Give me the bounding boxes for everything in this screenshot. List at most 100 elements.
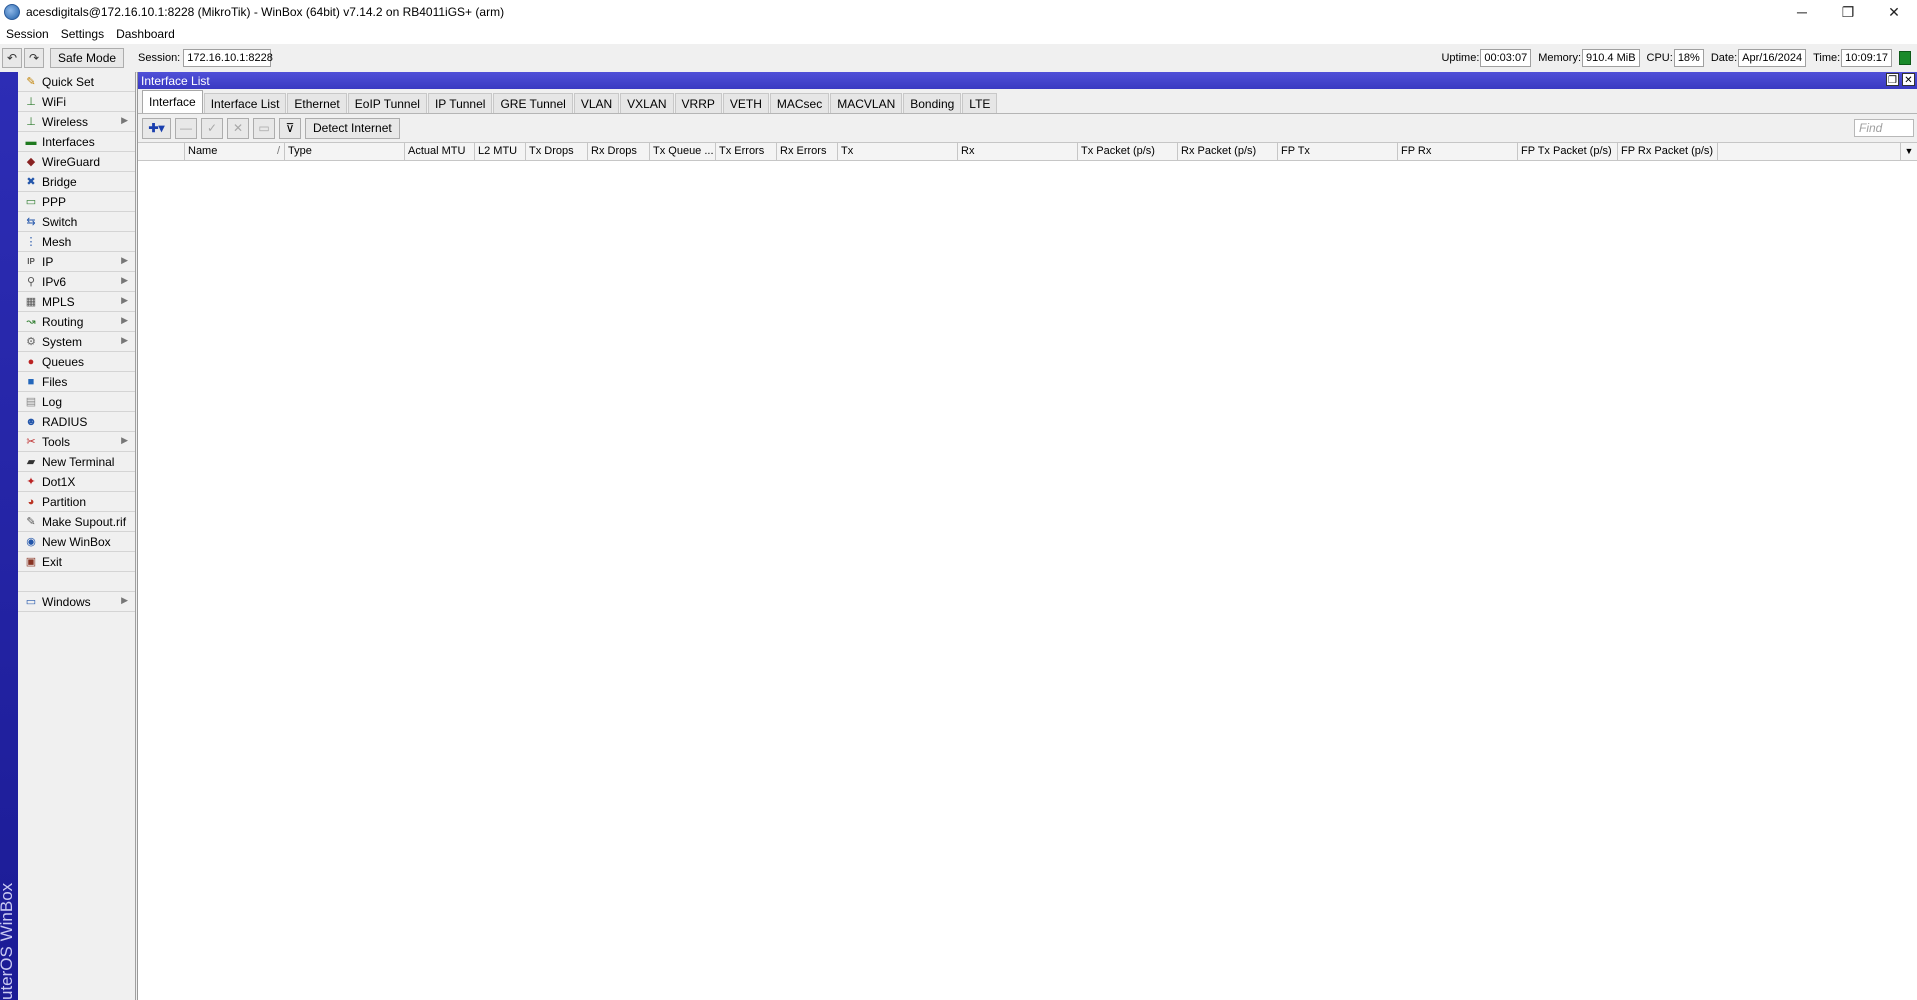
sidebar-item-mesh[interactable]: ⋮ Mesh (18, 232, 135, 252)
sidebar-item-interfaces[interactable]: ▬ Interfaces (18, 132, 135, 152)
column-header-fp-rx[interactable]: FP Rx (1398, 143, 1518, 160)
tab-bonding[interactable]: Bonding (903, 93, 962, 113)
tab-eoip-tunnel[interactable]: EoIP Tunnel (347, 93, 427, 113)
tab-lte[interactable]: LTE (962, 93, 998, 113)
sidebar-item-log[interactable]: ▤ Log (18, 392, 135, 412)
column-header-rx-drops[interactable]: Rx Drops (588, 143, 650, 160)
sidebar-item-wifi[interactable]: ⊥ WiFi (18, 92, 135, 112)
sidebar-item-partition[interactable]: ◕ Partition (18, 492, 135, 512)
sidebar-item-ip[interactable]: IP IP ▶ (18, 252, 135, 272)
sidebar-item-label: Quick Set (42, 74, 95, 89)
add-icon[interactable]: ✚▾ (142, 117, 171, 139)
column-header-tx-packet-p-s[interactable]: Tx Packet (p/s) (1078, 143, 1178, 160)
sidebar-item-switch[interactable]: ⇆ Switch (18, 212, 135, 232)
column-header-tx-errors[interactable]: Tx Errors (716, 143, 777, 160)
tab-gre-tunnel[interactable]: GRE Tunnel (493, 93, 573, 113)
detect-internet-button[interactable]: Detect Internet (305, 117, 400, 139)
tab-vlan[interactable]: VLAN (573, 93, 620, 113)
column-header-fp-rx-packet-p-s[interactable]: FP Rx Packet (p/s) (1618, 143, 1718, 160)
safe-mode-button[interactable]: Safe Mode (50, 48, 125, 68)
sidebar-item-make-supout-rif[interactable]: ✎ Make Supout.rif (18, 512, 135, 532)
window-titlebar: acesdigitals@172.16.10.1:8228 (MikroTik)… (0, 0, 1917, 24)
sort-indicator-icon: / (276, 145, 280, 157)
column-header-label: Tx Drops (529, 145, 574, 157)
sidebar-item-quick-set[interactable]: ✎ Quick Set (18, 72, 135, 92)
routing-icon: ↝ (26, 316, 36, 328)
tab-macvlan[interactable]: MACVLAN (830, 93, 903, 113)
sidebar-item-files[interactable]: ■ Files (18, 372, 135, 392)
sidebar-item-queues[interactable]: ● Queues (18, 352, 135, 372)
column-header-name[interactable]: Name / (185, 143, 285, 160)
tab-macsec[interactable]: MACsec (769, 93, 830, 113)
sidebar-item-label: WiFi (42, 94, 66, 109)
column-header-tx-drops[interactable]: Tx Drops (526, 143, 588, 160)
new-terminal-icon: ▰ (26, 456, 36, 468)
tab-ethernet[interactable]: Ethernet (287, 93, 347, 113)
column-header-blank[interactable] (138, 143, 185, 160)
filter-icon[interactable]: ⊽ (279, 117, 301, 139)
column-header-type[interactable]: Type (285, 143, 405, 160)
uptime-value: 00:03:07 (1480, 49, 1532, 67)
column-header-tx-queue[interactable]: Tx Queue ... (650, 143, 716, 160)
panel-restore-icon[interactable]: ❐ (1886, 73, 1899, 86)
sidebar-item-label: Wireless (42, 114, 89, 129)
column-header-fp-tx[interactable]: FP Tx (1278, 143, 1398, 160)
wireguard-icon: ◆ (26, 156, 36, 168)
minimize-button[interactable]: ─ (1779, 0, 1825, 24)
sidebar-item-new-terminal[interactable]: ▰ New Terminal (18, 452, 135, 472)
interfaces-icon: ▬ (25, 135, 37, 148)
redo-icon[interactable]: ↷ (24, 48, 44, 68)
tab-ip-tunnel[interactable]: IP Tunnel (427, 93, 493, 113)
menu-settings[interactable]: Settings (55, 27, 110, 41)
menu-dashboard[interactable]: Dashboard (110, 27, 181, 41)
sidebar-item-bridge[interactable]: ✖ Bridge (18, 172, 135, 192)
column-header-label: FP Tx Packet (p/s) (1521, 145, 1612, 157)
sidebar-item-label: IPv6 (42, 274, 67, 289)
column-header-rx[interactable]: Rx (958, 143, 1078, 160)
panel-close-icon[interactable]: ✕ (1902, 73, 1915, 86)
menu-session[interactable]: Session (0, 27, 55, 41)
tab-vxlan[interactable]: VXLAN (620, 93, 674, 113)
undo-icon[interactable]: ↶ (2, 48, 22, 68)
sidebar-item-ppp[interactable]: ▭ PPP (18, 192, 135, 212)
find-input[interactable]: Find (1854, 119, 1914, 137)
column-header-rx-packet-p-s[interactable]: Rx Packet (p/s) (1178, 143, 1278, 160)
sidebar-item-radius[interactable]: ☻ RADIUS (18, 412, 135, 432)
column-header-l2-mtu[interactable]: L2 MTU (475, 143, 526, 160)
column-header-label: Tx Queue ... (653, 145, 714, 157)
tab-veth[interactable]: VETH (722, 93, 769, 113)
sidebar-item-windows[interactable]: ▭ Windows ▶ (18, 592, 135, 612)
tab-interface-list[interactable]: Interface List (203, 93, 287, 113)
sidebar-item-tools[interactable]: ✂ Tools ▶ (18, 432, 135, 452)
sidebar-item-mpls[interactable]: ▦ MPLS ▶ (18, 292, 135, 312)
column-chooser-icon[interactable]: ▼ (1900, 143, 1917, 160)
tools-icon: ✂ (26, 436, 36, 448)
column-header-label: Tx Packet (p/s) (1081, 145, 1155, 157)
column-header-tx[interactable]: Tx (838, 143, 958, 160)
sidebar-item-system[interactable]: ⚙ System ▶ (18, 332, 135, 352)
column-header-rx-errors[interactable]: Rx Errors (777, 143, 838, 160)
sidebar-item-ipv6[interactable]: ⚲ IPv6 ▶ (18, 272, 135, 292)
ip-icon: IP (27, 257, 35, 266)
close-button[interactable]: ✕ (1871, 0, 1917, 24)
interface-table-body (138, 178, 1917, 1000)
sidebar-item-new-winbox[interactable]: ◉ New WinBox (18, 532, 135, 552)
sidebar-item-exit[interactable]: ▣ Exit (18, 552, 135, 572)
tab-interface[interactable]: Interface (142, 90, 203, 113)
tab-vrrp[interactable]: VRRP (674, 93, 722, 113)
column-header-label: FP Tx (1281, 145, 1310, 157)
submenu-arrow-icon: ▶ (121, 595, 128, 605)
comment-icon[interactable]: ▭ (253, 117, 275, 139)
column-header-actual-mtu[interactable]: Actual MTU (405, 143, 475, 160)
cpu-value: 18% (1673, 49, 1704, 67)
enable-icon[interactable]: ✓ (201, 117, 223, 139)
disable-icon[interactable]: ✕ (227, 117, 249, 139)
column-header-fp-tx-packet-p-s[interactable]: FP Tx Packet (p/s) (1518, 143, 1618, 160)
sidebar-item-dot1x[interactable]: ✦ Dot1X (18, 472, 135, 492)
maximize-button[interactable]: ❐ (1825, 0, 1871, 24)
time-label: Time: (1813, 52, 1841, 64)
sidebar-item-wireguard[interactable]: ◆ WireGuard (18, 152, 135, 172)
sidebar-item-wireless[interactable]: ⊥ Wireless ▶ (18, 112, 135, 132)
sidebar-item-routing[interactable]: ↝ Routing ▶ (18, 312, 135, 332)
remove-icon[interactable]: — (175, 117, 197, 139)
